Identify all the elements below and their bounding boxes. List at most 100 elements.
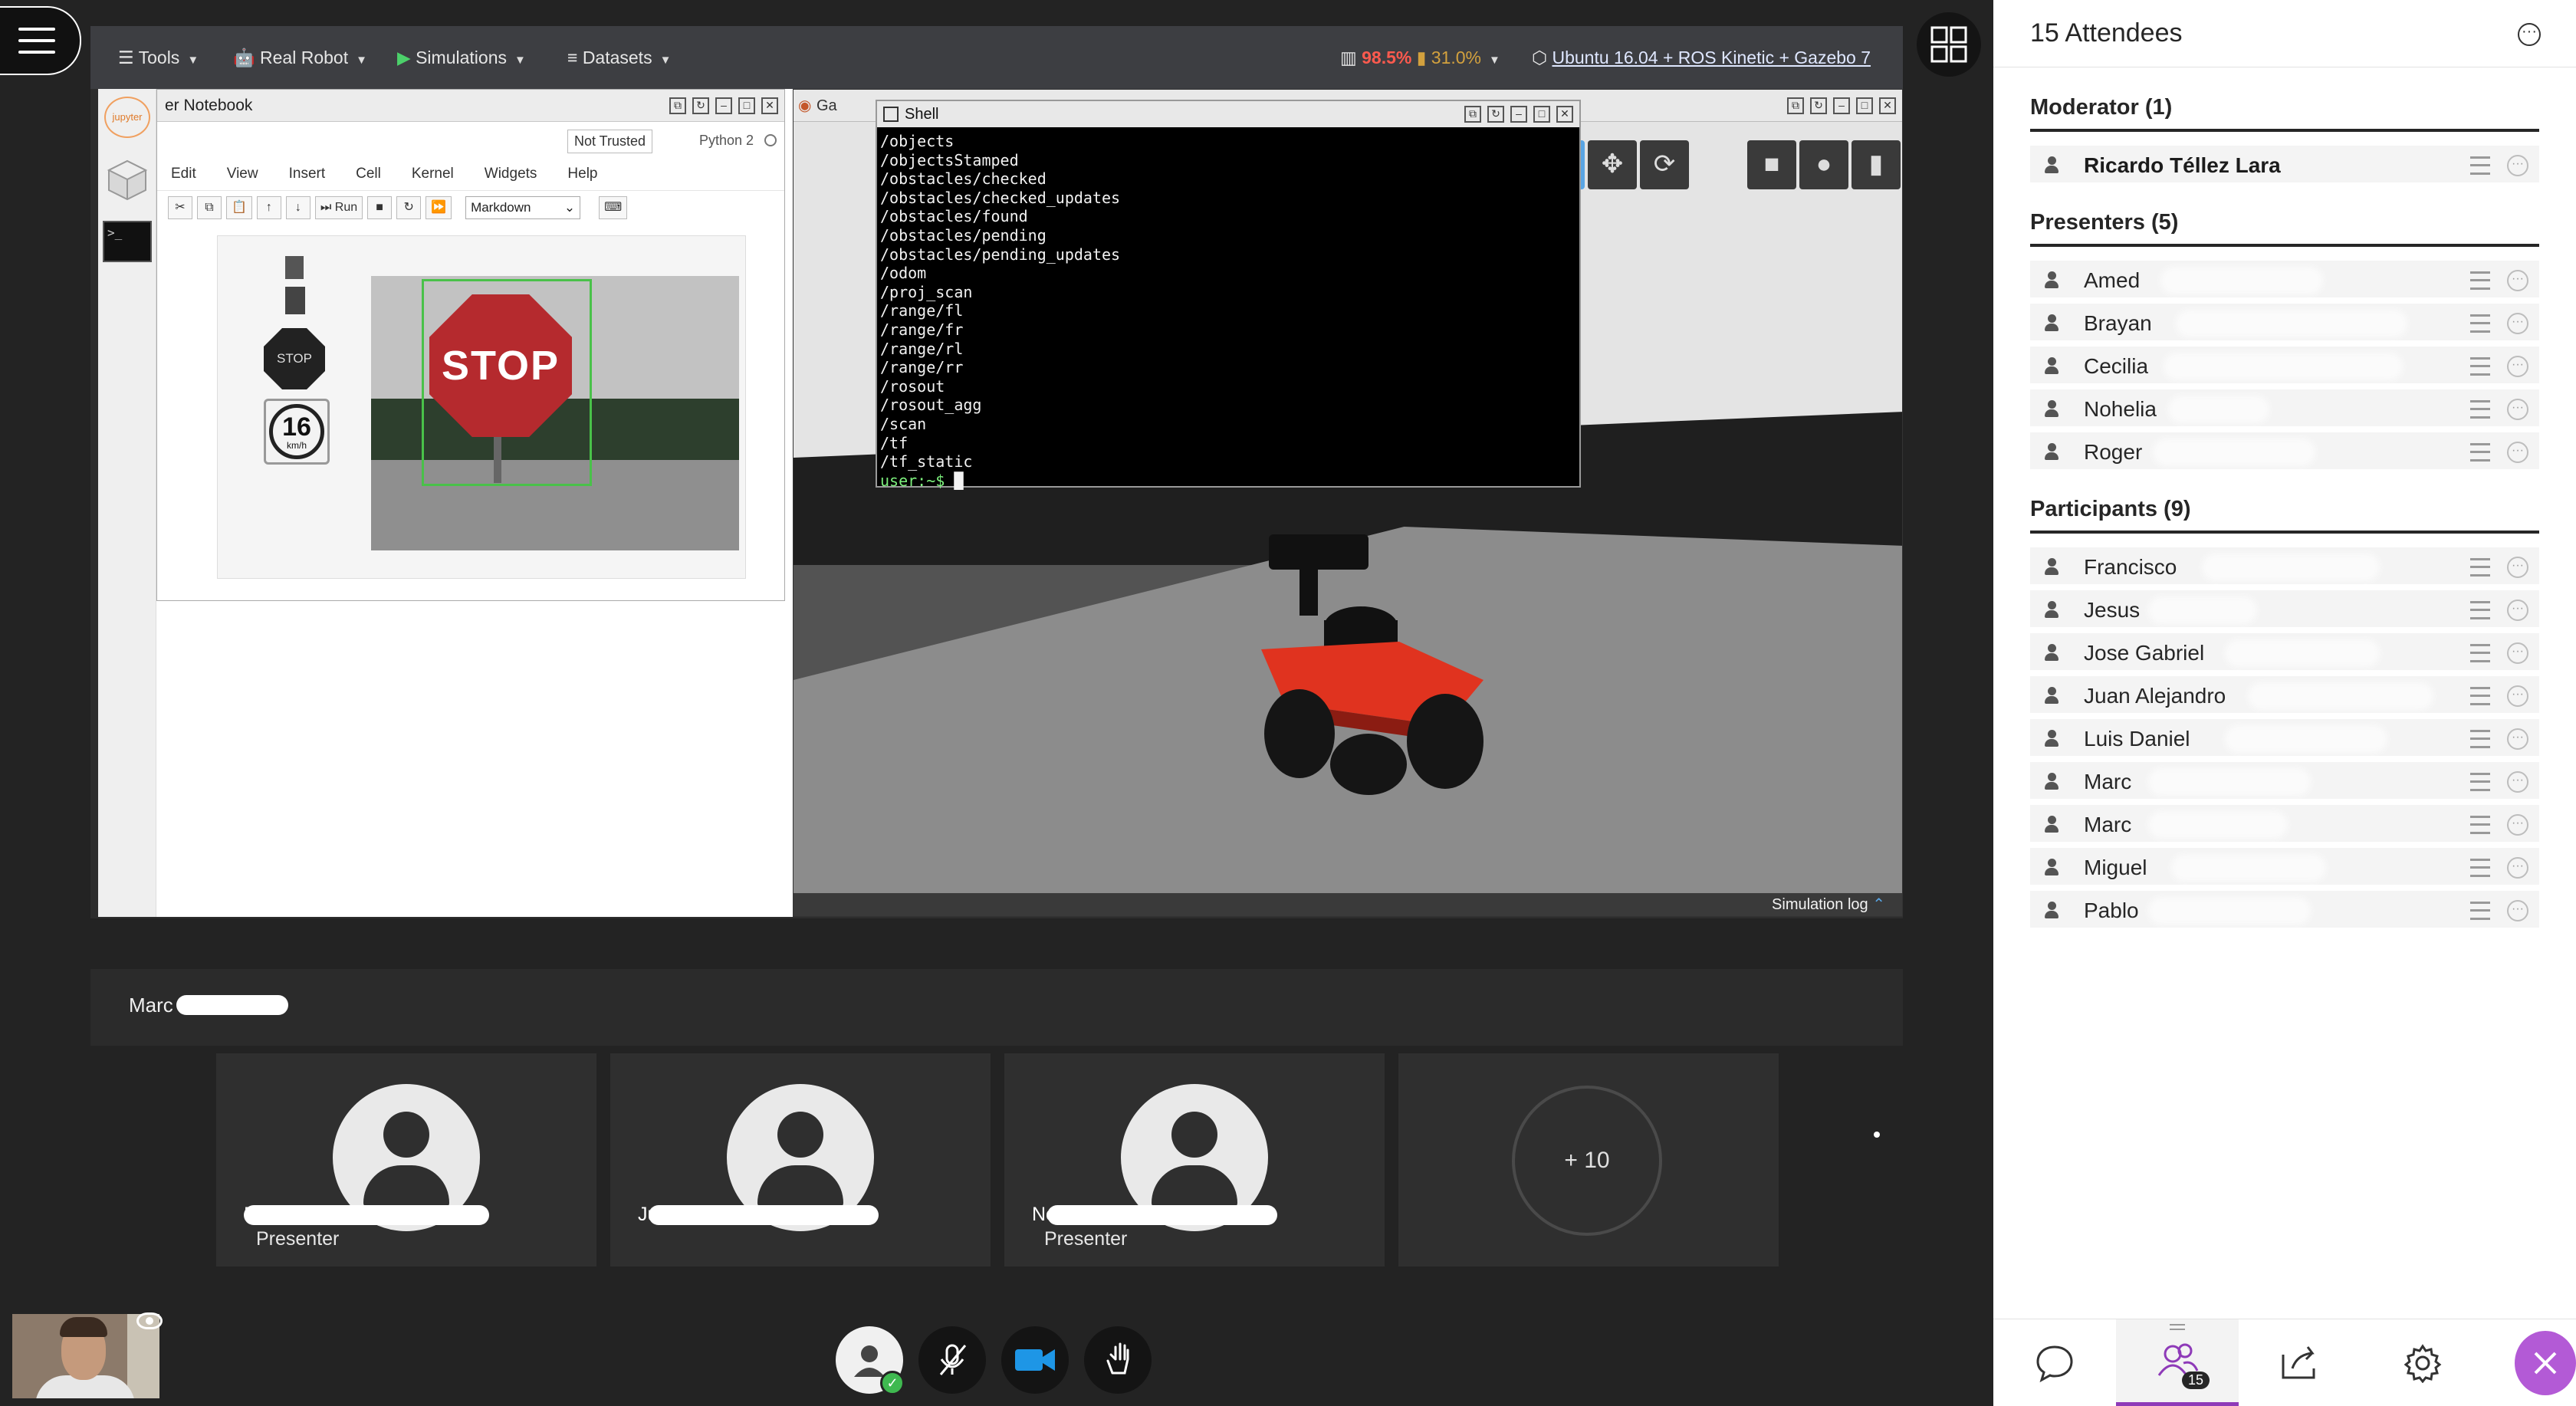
eye-icon[interactable] [136,1312,163,1329]
self-video-preview[interactable] [12,1314,159,1398]
attendee-more-icon[interactable]: ··· [2507,685,2528,707]
simulations-menu[interactable]: ▶ Simulations ▼ [397,48,526,68]
attendee-more-icon[interactable]: ··· [2507,771,2528,793]
minimize-icon[interactable]: – [1833,97,1850,114]
cell-type-select[interactable]: Markdown ⌄ [465,196,581,219]
attendee-more-icon[interactable]: ··· [2507,399,2528,420]
move-up-icon[interactable]: ↑ [256,196,281,219]
rotate-icon[interactable]: ⟳ [1640,140,1689,189]
shell-window[interactable]: Shell ⧉ ↻ – □ ✕ /objects /objectsStamped… [876,100,1581,490]
environment-info[interactable]: ⬡ Ubuntu 16.04 + ROS Kinetic + Gazebo 7 [1532,48,1871,68]
attendee-more-icon[interactable]: ··· [2507,642,2528,664]
jupyter-logo[interactable]: jupyter [104,97,150,138]
menu-insert[interactable]: Insert [289,166,326,182]
maximize-icon[interactable]: □ [1533,106,1550,123]
jupyter-window-titlebar[interactable]: er Notebook ⧉ ↻ – □ ✕ [157,90,784,122]
attendee-more-icon[interactable]: ··· [2507,600,2528,621]
refresh-icon[interactable]: ↻ [1810,97,1827,114]
cut-icon[interactable]: ✂ [168,196,192,219]
attendee-more-icon[interactable]: ··· [2507,857,2528,879]
copy-icon[interactable]: ⧉ [197,196,222,219]
stop-icon[interactable]: ■ [367,196,393,219]
layout-grid-button[interactable] [1917,12,1981,77]
tools-menu[interactable]: ☰ Tools ▼ [118,48,199,68]
minimize-icon[interactable]: – [715,97,732,114]
participant-tile[interactable]: Nohelia Zareth Borjas Av... Presenter [1004,1053,1385,1266]
attendee-row[interactable]: Marc ··· [2030,805,2539,845]
attendee-more-icon[interactable]: ··· [2507,356,2528,377]
attendee-more-icon[interactable]: ··· [2507,270,2528,291]
main-menu-button[interactable] [0,6,81,75]
attendee-row[interactable]: Jesus ··· [2030,590,2539,630]
menu-widgets[interactable]: Widgets [485,166,537,182]
microphone-button[interactable] [918,1326,986,1394]
sphere-shape-icon[interactable]: ● [1799,140,1848,189]
fast-forward-icon[interactable]: ⏩ [426,196,452,219]
paste-icon[interactable]: 📋 [226,196,252,219]
chat-tab[interactable] [1993,1319,2116,1406]
cylinder-shape-icon[interactable]: ▮ [1852,140,1901,189]
attendee-row[interactable]: Jose Gabriel ··· [2030,633,2539,673]
simulation-log-bar[interactable]: Simulation log ⌃ [794,893,1902,916]
shell-app-icon[interactable]: >_ [103,221,152,262]
drag-handle-icon[interactable] [2170,1324,2185,1330]
menu-edit[interactable]: Edit [171,166,196,182]
datasets-menu[interactable]: ≡ Datasets ▼ [567,48,671,68]
gazebo-cube-icon[interactable] [106,158,149,201]
close-icon[interactable]: ✕ [1556,106,1573,123]
attendee-row[interactable]: Amed ··· [2030,261,2539,301]
attendee-row[interactable]: Miguel ··· [2030,848,2539,888]
real-robot-menu[interactable]: 🤖 Real Robot ▼ [233,48,367,68]
move-down-icon[interactable]: ↓ [285,196,310,219]
attendee-more-icon[interactable]: ··· [2507,155,2528,176]
restore-icon[interactable]: ⧉ [1464,106,1481,123]
minimize-icon[interactable]: – [1510,106,1527,123]
attendee-row[interactable]: Nohelia ··· [2030,389,2539,429]
close-icon[interactable]: ✕ [761,97,778,114]
refresh-icon[interactable]: ↻ [692,97,709,114]
attendee-more-icon[interactable]: ··· [2507,557,2528,578]
attendee-more-icon[interactable]: ··· [2507,900,2528,921]
menu-kernel[interactable]: Kernel [412,166,454,182]
raise-hand-button[interactable] [1084,1326,1152,1394]
restart-icon[interactable]: ↻ [396,196,422,219]
attendee-more-icon[interactable]: ··· [2507,313,2528,334]
menu-cell[interactable]: Cell [356,166,381,182]
attendee-more-icon[interactable]: ··· [2507,728,2528,750]
attendee-row[interactable]: Roger ··· [2030,432,2539,472]
trust-indicator[interactable]: Not Trusted [567,130,652,153]
attendees-tab[interactable]: 15 [2116,1319,2239,1406]
close-panel-button[interactable] [2515,1331,2576,1395]
settings-tab[interactable] [2361,1319,2484,1406]
my-status-button[interactable]: ✓ [836,1326,905,1395]
attendee-row[interactable]: Pablo ··· [2030,891,2539,931]
shell-window-titlebar[interactable]: Shell ⧉ ↻ – □ ✕ [877,101,1579,127]
menu-help[interactable]: Help [567,166,597,182]
attendee-row[interactable]: Juan Alejandro ··· [2030,676,2539,716]
menu-view[interactable]: View [227,166,258,182]
more-options-icon[interactable]: ··· [2518,23,2541,46]
more-participants-tile[interactable]: + 10 [1398,1053,1779,1266]
attendee-row[interactable]: Cecilia ··· [2030,347,2539,386]
attendee-row[interactable]: Francisco ··· [2030,547,2539,587]
participant-tile[interactable]: Juan Alejandro Menchac... [610,1053,991,1266]
camera-button[interactable] [1001,1326,1069,1394]
maximize-icon[interactable]: □ [738,97,755,114]
attendee-row[interactable]: Brayan ··· [2030,304,2539,343]
attendee-row[interactable]: Luis Daniel ··· [2030,719,2539,759]
refresh-icon[interactable]: ↻ [1487,106,1504,123]
environment-link[interactable]: Ubuntu 16.04 + ROS Kinetic + Gazebo 7 [1552,48,1871,67]
close-icon[interactable]: ✕ [1879,97,1896,114]
attendee-row[interactable]: Marc ··· [2030,762,2539,802]
share-content-tab[interactable] [2239,1319,2361,1406]
attendee-row[interactable]: Ricardo Téllez Lara ··· [2030,146,2539,186]
run-button[interactable]: ⏭ Run [314,196,363,219]
shell-output[interactable]: /objects /objectsStamped /obstacles/chec… [877,127,1579,494]
resource-monitor[interactable]: ▥ 98.5% ▮ 31.0% ▼ [1340,48,1500,68]
box-shape-icon[interactable]: ■ [1747,140,1796,189]
restore-icon[interactable]: ⧉ [669,97,686,114]
attendee-more-icon[interactable]: ··· [2507,814,2528,836]
attendee-more-icon[interactable]: ··· [2507,442,2528,463]
restore-icon[interactable]: ⧉ [1787,97,1804,114]
translate-icon[interactable]: ✥ [1588,140,1637,189]
